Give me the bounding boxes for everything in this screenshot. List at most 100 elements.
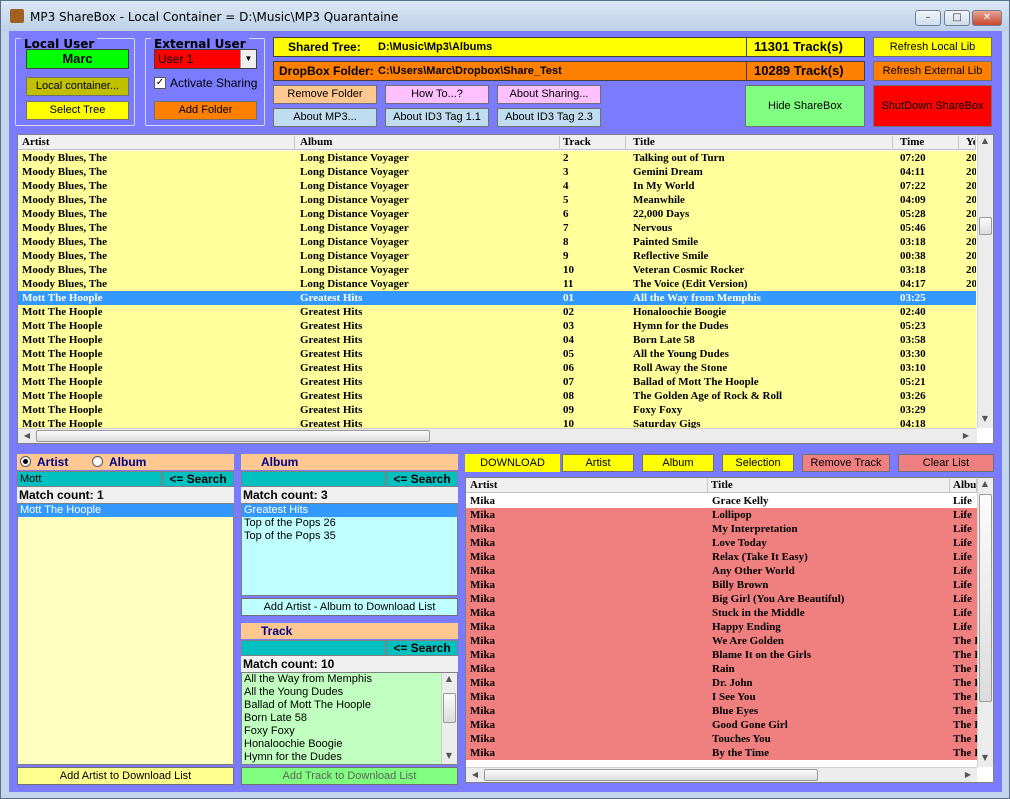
- album-search-input[interactable]: [241, 471, 386, 487]
- add-track-button[interactable]: Add Track to Download List: [241, 767, 458, 785]
- download-row[interactable]: Mika I See You The I: [466, 690, 977, 704]
- library-hscroll[interactable]: ◀ ▶: [18, 428, 977, 443]
- list-item[interactable]: All the Young Dudes: [242, 686, 457, 699]
- refresh-external-button[interactable]: Refresh External Lib: [873, 61, 992, 81]
- download-row[interactable]: Mika Relax (Take It Easy) Life: [466, 550, 977, 564]
- dl-col-title[interactable]: Title: [708, 479, 950, 493]
- album-radio-label[interactable]: Album: [109, 454, 146, 470]
- table-row[interactable]: Mott The Hoople Greatest Hits 04 Born Late …: [18, 333, 976, 347]
- add-artist-button[interactable]: Add Artist to Download List: [17, 767, 234, 785]
- col-year[interactable]: Year: [959, 136, 976, 150]
- artist-radio[interactable]: [20, 456, 31, 467]
- download-row[interactable]: Mika Blame It on the Girls The I: [466, 648, 977, 662]
- about-sharing-button[interactable]: About Sharing...: [497, 85, 601, 104]
- list-item[interactable]: Born Late 58: [242, 712, 457, 725]
- table-row[interactable]: Mott The Hoople Greatest Hits 06 Roll Away …: [18, 361, 976, 375]
- album-radio[interactable]: [92, 456, 103, 467]
- list-item[interactable]: Greatest Hits: [242, 504, 457, 517]
- refresh-local-button[interactable]: Refresh Local Lib: [873, 37, 992, 57]
- track-search-input[interactable]: [241, 640, 386, 656]
- list-item[interactable]: Mott The Hoople: [18, 504, 233, 517]
- download-row[interactable]: Mika Touches You The I: [466, 732, 977, 746]
- table-row[interactable]: Mott The Hoople Greatest Hits 07 Ballad of …: [18, 375, 976, 389]
- scroll-right-icon[interactable]: ▶: [961, 770, 975, 779]
- table-row[interactable]: Moody Blues, The Long Distance Voyager 8 Pa…: [18, 235, 976, 249]
- track-list-vscroll-thumb[interactable]: [443, 693, 456, 723]
- track-search-button[interactable]: <= Search: [386, 640, 458, 656]
- about-id3-23-button[interactable]: About ID3 Tag 2.3: [497, 108, 601, 127]
- download-row[interactable]: Mika Dr. John The I: [466, 676, 977, 690]
- track-results-list[interactable]: All the Way from Memphis All the Young Du…: [241, 672, 458, 765]
- table-row[interactable]: Mott The Hoople Greatest Hits 01 All the Wa…: [18, 291, 976, 305]
- download-row[interactable]: Mika Rain The I: [466, 662, 977, 676]
- artist-results-list[interactable]: Mott The Hoople: [17, 503, 234, 765]
- list-item[interactable]: Foxy Foxy: [242, 725, 457, 738]
- shared-tree-path[interactable]: D:\Music\Mp3\Albums: [378, 38, 492, 56]
- remove-track-button[interactable]: Remove Track: [802, 454, 890, 472]
- dropbox-folder-path[interactable]: C:\Users\Marc\Dropbox\Share_Test: [378, 62, 562, 80]
- download-row[interactable]: Mika Any Other World Life: [466, 564, 977, 578]
- list-item[interactable]: Top of the Pops 26: [242, 517, 457, 530]
- download-vscroll[interactable]: ▲ ▼: [977, 478, 993, 767]
- download-artist-button[interactable]: Artist: [562, 454, 634, 472]
- table-row[interactable]: Moody Blues, The Long Distance Voyager 3 Ge…: [18, 165, 976, 179]
- about-id3-11-button[interactable]: About ID3 Tag 1.1: [385, 108, 489, 127]
- download-vscroll-thumb[interactable]: [979, 494, 992, 702]
- download-row[interactable]: Mika Good Gone Girl The I: [466, 718, 977, 732]
- table-row[interactable]: Moody Blues, The Long Distance Voyager 11 T…: [18, 277, 976, 291]
- table-row[interactable]: Mott The Hoople Greatest Hits 02 Honaloochi…: [18, 305, 976, 319]
- scroll-up-icon[interactable]: ▲: [978, 479, 992, 488]
- select-tree-button[interactable]: Select Tree: [26, 101, 129, 120]
- table-row[interactable]: Moody Blues, The Long Distance Voyager 5 Me…: [18, 193, 976, 207]
- scroll-up-icon[interactable]: ▲: [978, 136, 992, 145]
- table-row[interactable]: Moody Blues, The Long Distance Voyager 9 Re…: [18, 249, 976, 263]
- scroll-down-icon[interactable]: ▼: [978, 753, 992, 762]
- local-container-button[interactable]: Local container...: [26, 77, 129, 96]
- library-vscroll-thumb[interactable]: [979, 217, 992, 235]
- table-row[interactable]: Mott The Hoople Greatest Hits 05 All the Yo…: [18, 347, 976, 361]
- download-row[interactable]: Mika My Interpretation Life: [466, 522, 977, 536]
- download-row[interactable]: Mika Stuck in the Middle Life: [466, 606, 977, 620]
- library-vscroll[interactable]: ▲ ▼: [977, 135, 993, 428]
- hide-sharebox-button[interactable]: Hide ShareBox: [745, 85, 865, 127]
- artist-search-input[interactable]: Mott: [17, 471, 162, 487]
- remove-folder-button[interactable]: Remove Folder: [273, 85, 377, 104]
- album-results-list[interactable]: Greatest Hits Top of the Pops 26 Top of th…: [241, 503, 458, 596]
- close-button[interactable]: ✕: [972, 10, 1002, 26]
- table-row[interactable]: Moody Blues, The Long Distance Voyager 2 Ta…: [18, 151, 976, 165]
- list-item[interactable]: Honaloochie Boogie: [242, 738, 457, 751]
- dl-col-artist[interactable]: Artist: [470, 479, 708, 493]
- library-grid[interactable]: Artist Album Track Title Time Year Moody…: [17, 134, 994, 444]
- clear-list-button[interactable]: Clear List: [898, 454, 994, 472]
- download-row[interactable]: Mika Happy Ending Life: [466, 620, 977, 634]
- list-item[interactable]: All the Way from Memphis: [242, 673, 457, 686]
- album-search-button[interactable]: <= Search: [386, 471, 458, 487]
- minimize-button[interactable]: –: [915, 10, 941, 26]
- chevron-down-icon[interactable]: ▼: [240, 50, 256, 68]
- table-row[interactable]: Mott The Hoople Greatest Hits 09 Foxy Foxy 0…: [18, 403, 976, 417]
- track-list-vscroll[interactable]: ▲ ▼: [441, 673, 457, 764]
- scroll-down-icon[interactable]: ▼: [978, 414, 992, 423]
- dl-col-album[interactable]: Album: [950, 479, 977, 493]
- list-item[interactable]: Hymn for the Dudes: [242, 751, 457, 764]
- list-item[interactable]: Ballad of Mott The Hoople: [242, 699, 457, 712]
- table-row[interactable]: Mott The Hoople Greatest Hits 03 Hymn for t…: [18, 319, 976, 333]
- download-row[interactable]: Mika We Are Golden The I: [466, 634, 977, 648]
- scroll-down-icon[interactable]: ▼: [442, 751, 456, 760]
- local-user-name[interactable]: Marc: [26, 49, 129, 69]
- col-track[interactable]: Track: [560, 136, 626, 150]
- add-album-button[interactable]: Add Artist - Album to Download List: [241, 598, 458, 616]
- table-row[interactable]: Moody Blues, The Long Distance Voyager 6 22…: [18, 207, 976, 221]
- how-to-button[interactable]: How To...?: [385, 85, 489, 104]
- scroll-left-icon[interactable]: ◀: [20, 431, 34, 440]
- download-hscroll-thumb[interactable]: [484, 769, 818, 781]
- scroll-left-icon[interactable]: ◀: [468, 770, 482, 779]
- activate-sharing-checkbox[interactable]: ✓: [154, 77, 166, 89]
- artist-radio-label[interactable]: Artist: [37, 454, 68, 470]
- download-row[interactable]: Mika Grace Kelly Life: [466, 494, 977, 508]
- artist-search-button[interactable]: <= Search: [162, 471, 234, 487]
- col-title[interactable]: Title: [626, 136, 893, 150]
- download-album-button[interactable]: Album: [642, 454, 714, 472]
- table-row[interactable]: Moody Blues, The Long Distance Voyager 4 In…: [18, 179, 976, 193]
- col-artist[interactable]: Artist: [22, 136, 295, 150]
